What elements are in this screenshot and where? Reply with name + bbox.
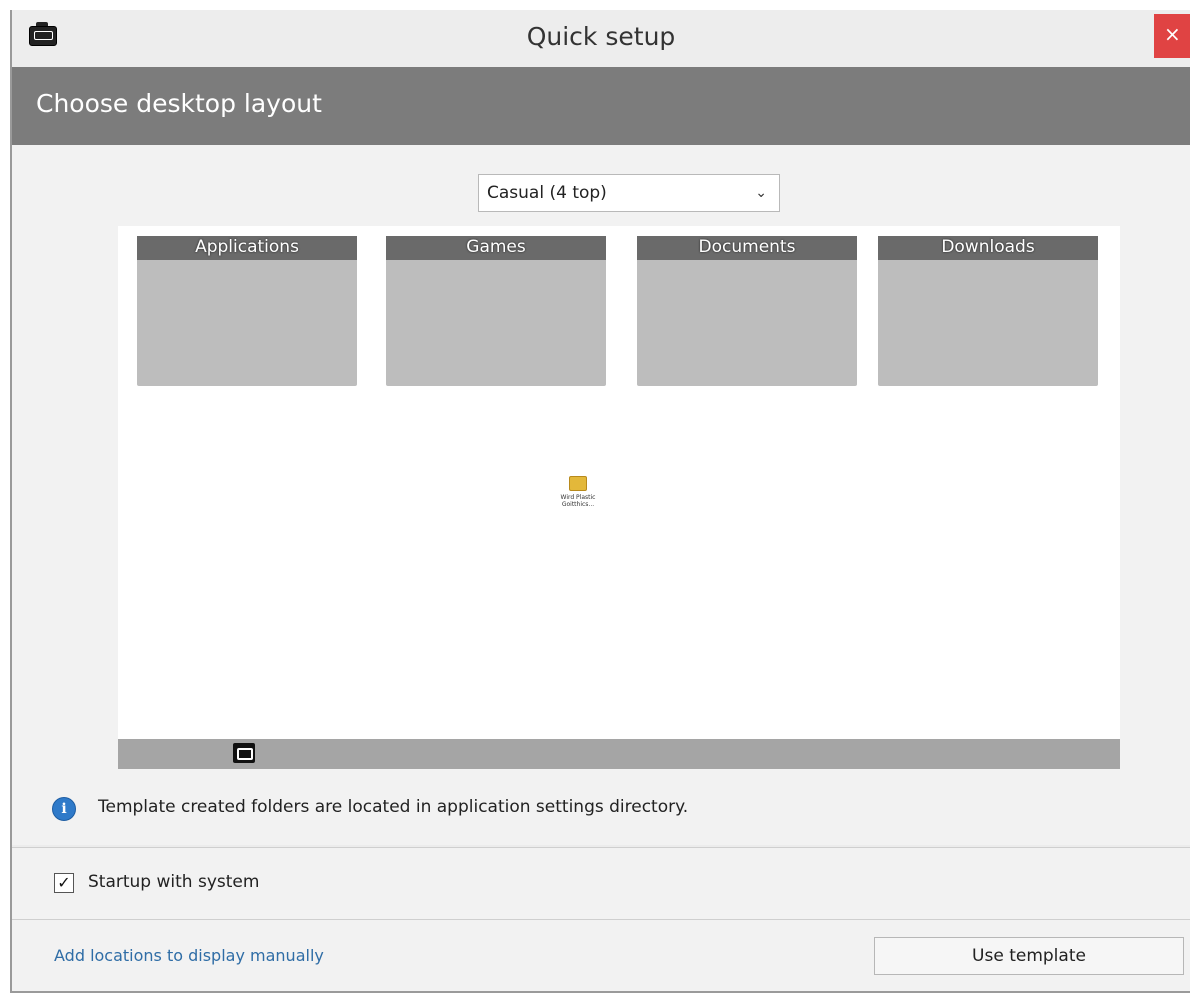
header-band: Choose desktop layout	[12, 67, 1190, 145]
close-button[interactable]: ×	[1154, 14, 1190, 58]
add-locations-link[interactable]: Add locations to display manually	[54, 946, 324, 965]
info-icon: i	[52, 797, 76, 821]
preview-taskbar	[118, 739, 1120, 769]
layout-select[interactable]: Casual (4 top) ⌄	[478, 174, 780, 212]
startup-checkbox[interactable]: ✓	[54, 873, 74, 893]
layout-select-value: Casual (4 top)	[487, 183, 607, 203]
folder-applications: Applications	[137, 236, 357, 386]
info-text: Template created folders are located in …	[98, 797, 689, 817]
content-area: Casual (4 top) ⌄ Applications Games Docu…	[12, 145, 1190, 845]
startup-label: Startup with system	[88, 872, 260, 892]
footer: Add locations to display manually Use te…	[12, 920, 1190, 991]
package-icon	[569, 476, 587, 491]
folder-games: Games	[386, 236, 606, 386]
page-title: Choose desktop layout	[36, 89, 322, 118]
app-taskbar-icon	[233, 743, 255, 763]
folder-label: Games	[386, 236, 606, 260]
window-title: Quick setup	[526, 22, 676, 51]
chevron-down-icon: ⌄	[755, 185, 767, 201]
quick-setup-window: Quick setup × Choose desktop layout Casu…	[10, 10, 1190, 993]
title-bar: Quick setup ×	[12, 10, 1190, 67]
startup-row: ✓ Startup with system	[12, 848, 1190, 920]
folder-downloads: Downloads	[878, 236, 1098, 386]
folder-label: Applications	[137, 236, 357, 260]
layout-preview: Applications Games Documents Downloads W…	[118, 226, 1120, 769]
folder-label: Documents	[637, 236, 857, 260]
desktop-icon-label: Wird Plastic Goitthics...	[560, 494, 596, 508]
folder-documents: Documents	[637, 236, 857, 386]
use-template-button[interactable]: Use template	[874, 937, 1184, 975]
folder-label: Downloads	[878, 236, 1098, 260]
desktop-icon: Wird Plastic Goitthics...	[548, 476, 608, 508]
